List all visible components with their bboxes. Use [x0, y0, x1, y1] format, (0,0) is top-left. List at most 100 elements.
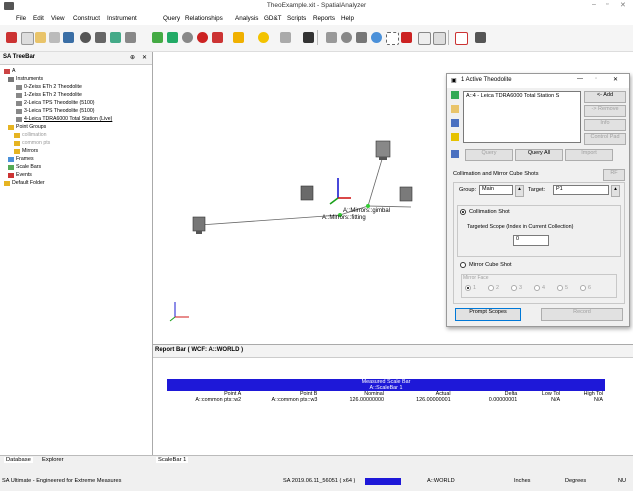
marker-icon[interactable]	[212, 32, 223, 43]
view-icon[interactable]	[371, 32, 382, 43]
menu-analysis[interactable]: Analysis	[235, 15, 258, 22]
record-icon[interactable]	[197, 32, 208, 43]
target-icon[interactable]	[182, 32, 193, 43]
menu-construct[interactable]: Construct	[73, 15, 100, 22]
save-icon[interactable]	[63, 32, 74, 43]
stop-icon[interactable]	[6, 32, 17, 43]
tree-item-default-folder[interactable]: Default Folder	[4, 180, 45, 186]
target-spinner[interactable]: ▴	[611, 185, 620, 197]
tree-item-scale-bars[interactable]: Scale Bars	[8, 164, 41, 170]
theodolite-icon[interactable]	[375, 140, 391, 160]
tree-item-instrument-0[interactable]: 0-Zeiss ETh 2 Theodolite	[16, 84, 82, 90]
pin-icon[interactable]	[125, 32, 136, 43]
folder-icon[interactable]	[451, 105, 459, 113]
menu-view[interactable]: View	[51, 15, 65, 22]
report-icon[interactable]	[280, 32, 291, 43]
zoom-icon[interactable]	[356, 32, 367, 43]
tree-item-instruments[interactable]: Instruments	[8, 76, 43, 82]
record-shot-icon[interactable]	[401, 32, 412, 43]
tab-scalebar[interactable]: ScaleBar 1	[156, 457, 189, 463]
scope-index-field[interactable]: 0	[513, 235, 549, 246]
chart-icon[interactable]	[451, 150, 459, 158]
import-button[interactable]: Import	[565, 149, 613, 161]
tree-item-collimation[interactable]: collimation	[14, 132, 47, 138]
tree-root[interactable]: A	[4, 68, 15, 74]
fit-icon[interactable]	[152, 32, 163, 43]
menu-help[interactable]: Help	[341, 15, 354, 22]
menu-scripts[interactable]: Scripts	[287, 15, 306, 22]
instrument-list[interactable]: A::4 - Leica TDRA6000 Total Station S	[463, 91, 581, 143]
query-all-button[interactable]: Query All	[515, 149, 563, 161]
rotate-icon[interactable]	[341, 32, 352, 43]
query-button[interactable]: Query	[465, 149, 513, 161]
theodolite-icon[interactable]	[300, 185, 314, 201]
tracker-icon[interactable]	[475, 32, 486, 43]
open-recent-icon[interactable]	[49, 32, 60, 43]
tree-item-point-groups[interactable]: Point Groups	[8, 124, 46, 130]
target-field[interactable]: P1	[553, 185, 609, 195]
menu-instrument[interactable]: Instrument	[107, 15, 137, 22]
list-item[interactable]: A::4 - Leica TDRA6000 Total Station S	[466, 93, 580, 99]
control-pad-button[interactable]: Control Pad	[584, 133, 626, 145]
group-field[interactable]: Main	[479, 185, 513, 195]
rf-button[interactable]: RF	[603, 169, 625, 181]
tree-item-instrument-2[interactable]: 2-Leica TPS Theodolite (5100)	[16, 100, 94, 106]
minimize-button[interactable]: –	[592, 1, 596, 8]
tree-item-events[interactable]: Events	[8, 172, 32, 178]
camera-icon[interactable]	[303, 32, 314, 43]
tree-item-instrument-4[interactable]: 4-Leica TDRA6000 Total Station (Live)	[16, 116, 112, 122]
tree-item-instrument-3[interactable]: 3-Leica TPS Theodolite (5100)	[16, 108, 94, 114]
maximize-button[interactable]: ▫	[606, 1, 608, 8]
pin-icon[interactable]: ⊕	[130, 54, 135, 61]
tree-item-mirrors[interactable]: Mirrors	[14, 148, 38, 154]
tab-database[interactable]: Database	[4, 457, 33, 463]
text-icon[interactable]	[418, 32, 431, 45]
tree-item-common-pts[interactable]: common pts	[14, 140, 50, 146]
group-spinner[interactable]: ▴	[515, 185, 524, 197]
close-button[interactable]: ✕	[613, 76, 618, 83]
select-box-icon[interactable]	[386, 32, 399, 45]
face-radio-2[interactable]	[488, 285, 494, 291]
open-folder-icon[interactable]	[35, 32, 46, 43]
lightbulb-icon[interactable]	[258, 32, 269, 43]
menu-gdt[interactable]: GD&T	[264, 15, 282, 22]
help-icon[interactable]	[451, 133, 459, 141]
menu-reports[interactable]: Reports	[313, 15, 335, 22]
add-button[interactable]: <- Add	[584, 91, 626, 103]
minimize-button[interactable]: —	[577, 76, 583, 82]
build-icon[interactable]	[110, 32, 121, 43]
check-icon[interactable]	[455, 32, 468, 45]
remove-button[interactable]: -> Remove	[584, 105, 626, 117]
new-file-icon[interactable]	[21, 32, 34, 45]
instrument-icon[interactable]	[167, 32, 178, 43]
face-radio-1[interactable]	[465, 285, 471, 291]
menu-edit[interactable]: Edit	[33, 15, 44, 22]
record-button[interactable]: Record	[541, 308, 623, 321]
save-icon[interactable]	[451, 91, 459, 99]
close-icon[interactable]: ✕	[142, 54, 147, 61]
info-button[interactable]: Info	[584, 119, 626, 131]
highlight-icon[interactable]	[233, 32, 244, 43]
menu-file[interactable]: File	[16, 15, 26, 22]
checkbox-icon[interactable]	[433, 32, 446, 45]
theodolite-icon[interactable]	[399, 186, 413, 202]
move-icon[interactable]	[326, 32, 337, 43]
mirror-cube-radio[interactable]	[460, 262, 466, 268]
tree-item-instrument-1[interactable]: 1-Zeiss ETh 2 Theodolite	[16, 92, 82, 98]
collimation-radio[interactable]	[460, 209, 466, 215]
tree-item-frames[interactable]: Frames	[8, 156, 34, 162]
tab-explorer[interactable]: Explorer	[42, 457, 64, 463]
menu-relationships[interactable]: Relationships	[185, 15, 223, 22]
close-button[interactable]: ✕	[620, 1, 626, 9]
face-radio-4[interactable]	[534, 285, 540, 291]
menu-query[interactable]: Query	[163, 15, 180, 22]
face-radio-3[interactable]	[511, 285, 517, 291]
maximize-button[interactable]: ▫	[595, 76, 597, 82]
face-radio-6[interactable]	[580, 285, 586, 291]
measure-icon[interactable]	[95, 32, 106, 43]
prompt-scopes-button[interactable]: Prompt Scopes	[455, 308, 521, 321]
theodolite-icon[interactable]	[192, 216, 206, 234]
face-radio-5[interactable]	[557, 285, 563, 291]
tool-icon[interactable]	[451, 119, 459, 127]
settings-icon[interactable]	[80, 32, 91, 43]
